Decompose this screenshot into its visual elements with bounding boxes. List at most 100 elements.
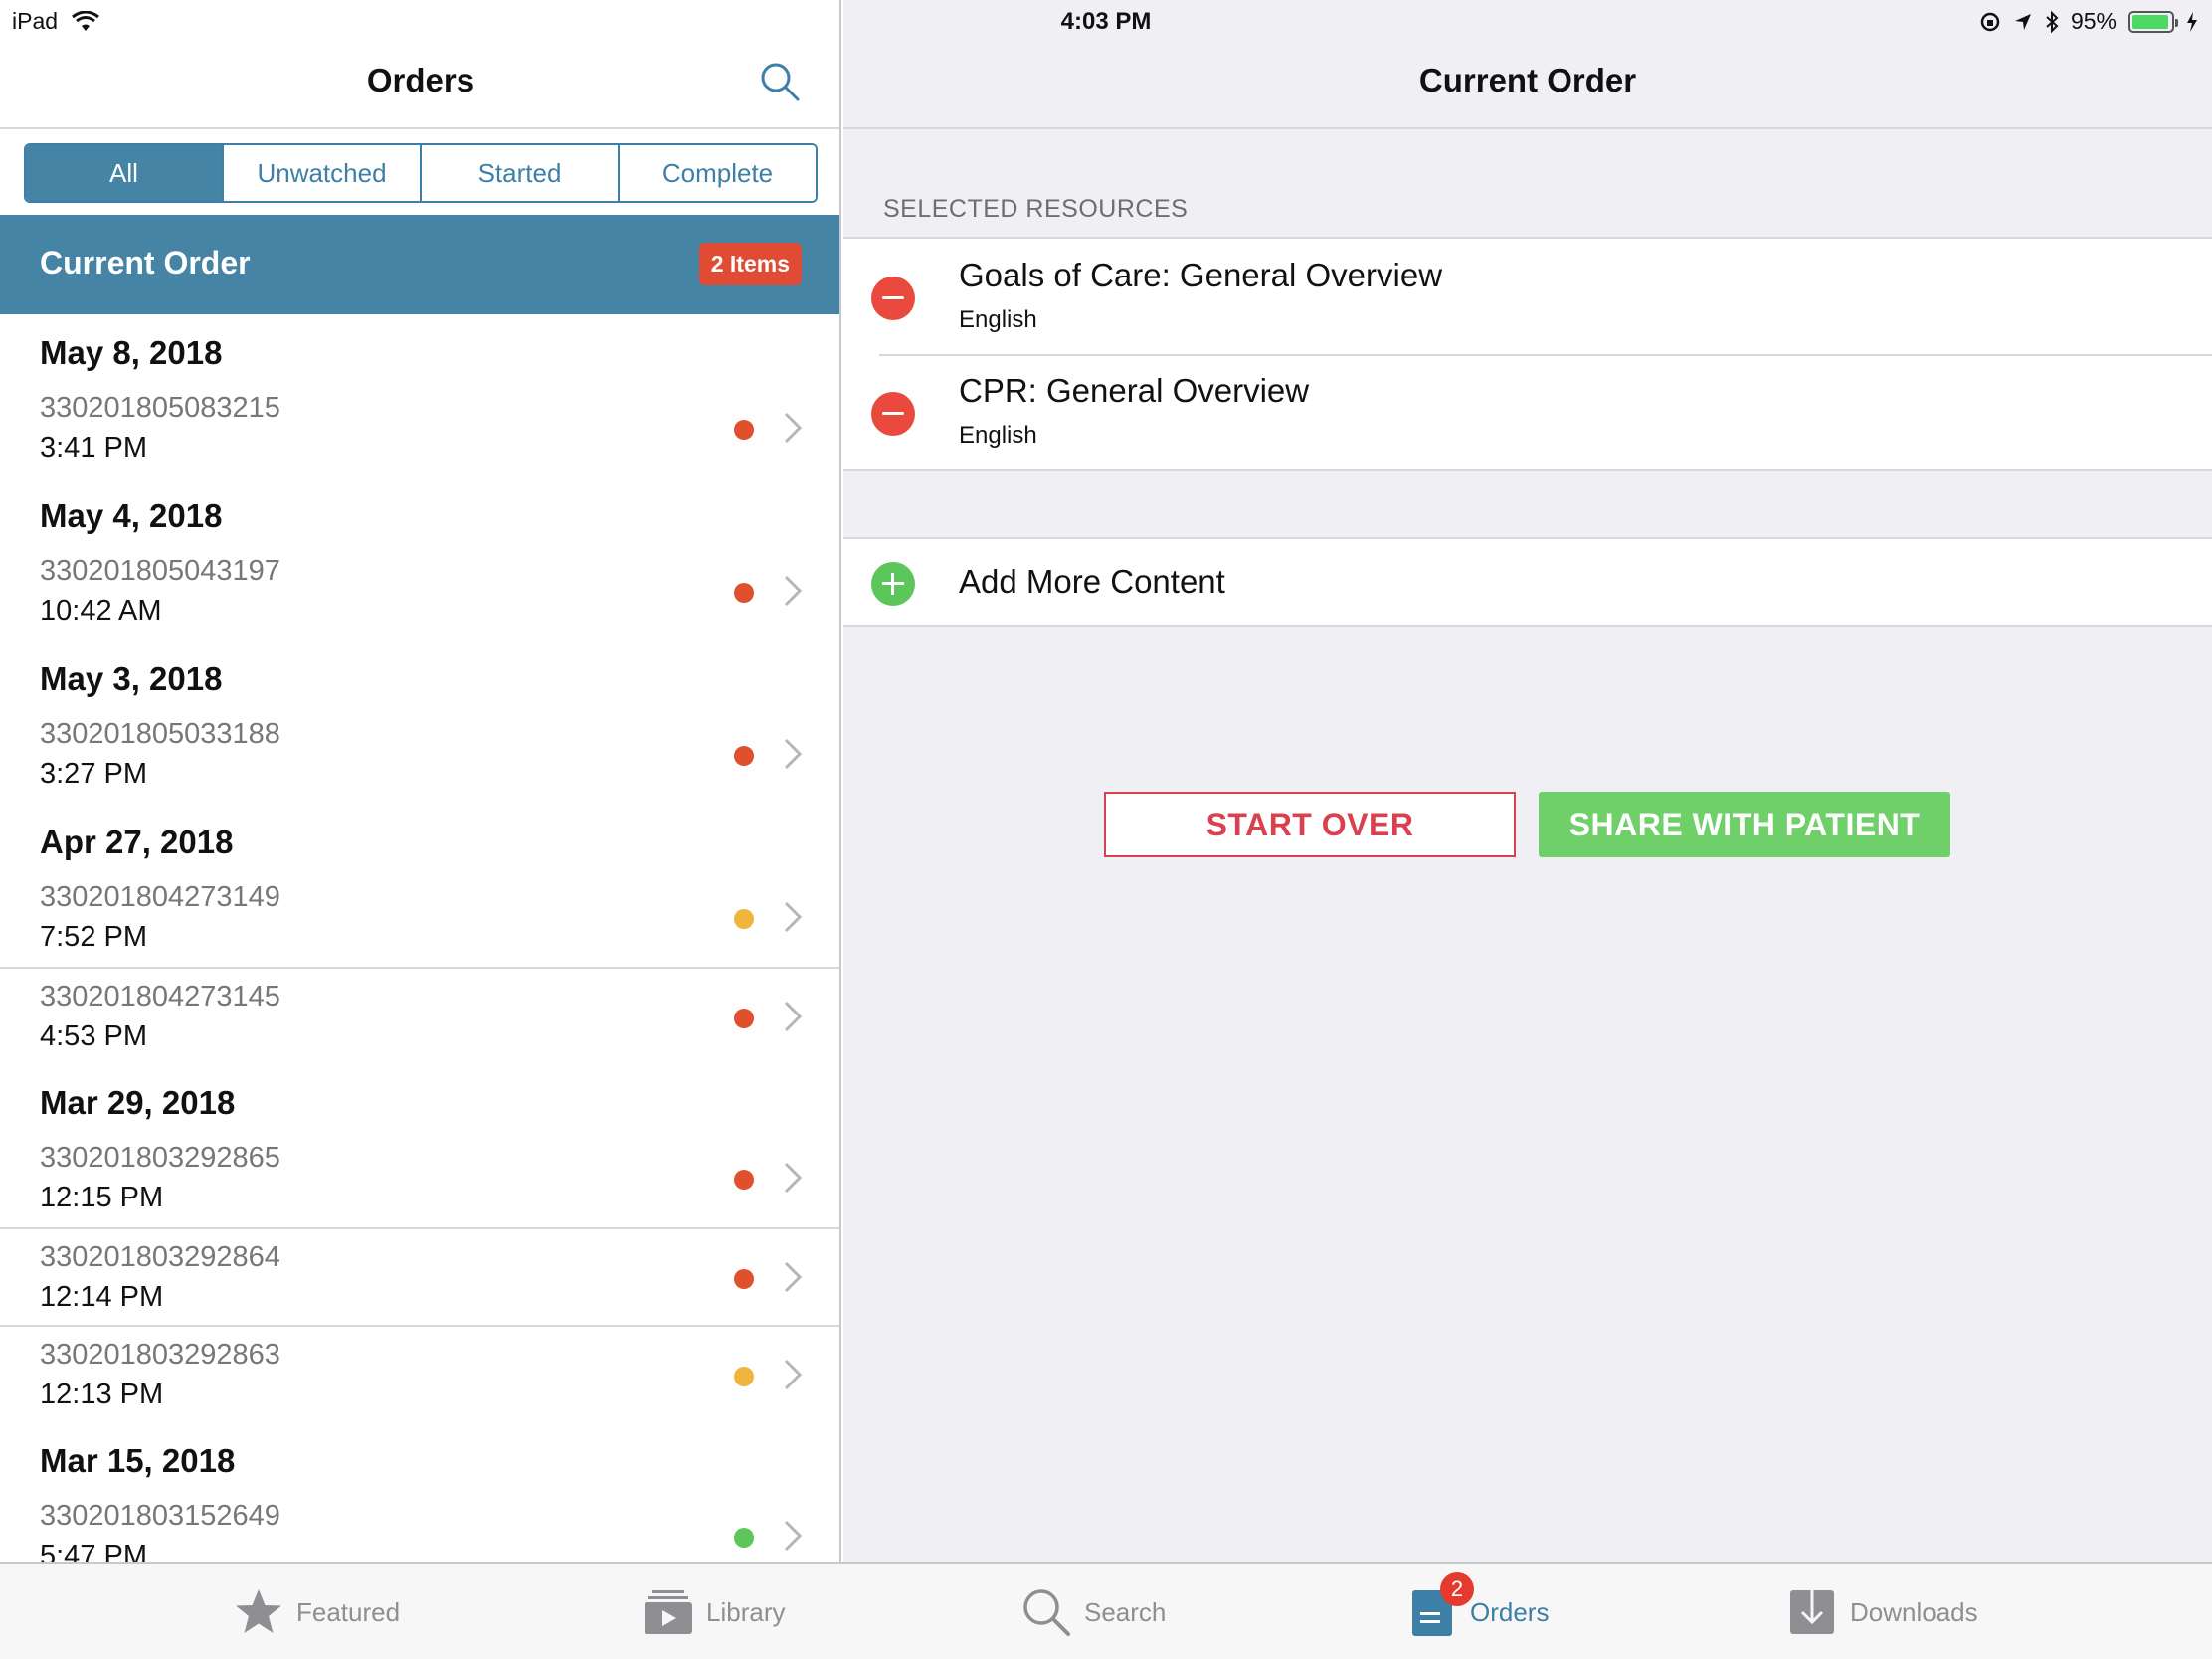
charging-icon	[2187, 11, 2197, 32]
chevron-right-icon	[784, 1261, 803, 1293]
order-row[interactable]: 330201804273149 7:52 PM	[0, 869, 839, 967]
library-icon	[645, 1590, 692, 1634]
date-header: May 8, 2018	[40, 334, 223, 371]
resource-title: CPR: General Overview	[959, 372, 1310, 409]
order-row[interactable]: 330201803152649 5:47 PM	[0, 1488, 839, 1562]
chevron-right-icon	[784, 412, 803, 444]
status-dot	[734, 1269, 754, 1289]
order-row[interactable]: 330201805033188 3:27 PM	[0, 706, 839, 804]
date-header: May 4, 2018	[40, 497, 223, 534]
tab-search[interactable]: Search	[1020, 1564, 1166, 1659]
resource-row: CPR: General Overview English	[843, 354, 2212, 469]
order-time: 12:13 PM	[40, 1379, 164, 1410]
status-dot	[734, 583, 754, 603]
tab-orders[interactable]: 2 Orders	[1406, 1564, 1549, 1659]
status-dot	[734, 746, 754, 766]
selected-resources-list: Goals of Care: General Overview English …	[843, 237, 2212, 471]
order-time: 3:41 PM	[40, 432, 147, 463]
orders-title: Orders	[366, 62, 475, 98]
remove-resource-button[interactable]	[871, 276, 915, 320]
battery-percent: 95%	[2070, 8, 2117, 34]
segment-started[interactable]: Started	[422, 145, 620, 201]
order-row[interactable]: 330201804273145 4:53 PM	[0, 967, 839, 1064]
segment-all[interactable]: All	[26, 145, 224, 201]
chevron-right-icon	[784, 901, 803, 933]
search-icon	[761, 63, 800, 101]
selected-resources-header: SELECTED RESOURCES	[883, 195, 1189, 223]
order-row[interactable]: 330201803292864 12:14 PM	[0, 1227, 839, 1325]
order-id: 330201804273149	[40, 881, 280, 913]
add-icon	[871, 562, 915, 606]
bluetooth-icon	[2046, 10, 2059, 33]
star-icon	[236, 1589, 281, 1633]
order-row[interactable]: 330201803292863 12:13 PM	[0, 1325, 839, 1422]
status-dot	[734, 909, 754, 929]
start-over-button[interactable]: START OVER	[1104, 792, 1516, 857]
current-order-nav-bar: Current Order	[843, 40, 2212, 129]
orders-icon: 2	[1406, 1572, 1474, 1638]
search-button[interactable]	[758, 60, 802, 103]
tab-library[interactable]: Library	[643, 1564, 785, 1659]
chevron-right-icon	[784, 1001, 803, 1032]
order-id: 330201803292864	[40, 1241, 280, 1273]
order-id: 330201803292863	[40, 1339, 280, 1371]
order-time: 12:15 PM	[40, 1182, 164, 1213]
date-header: Apr 27, 2018	[40, 824, 234, 860]
items-count-badge: 2 Items	[698, 243, 802, 285]
order-id: 330201803292865	[40, 1142, 280, 1174]
segment-unwatched[interactable]: Unwatched	[224, 145, 422, 201]
location-icon	[2014, 13, 2031, 30]
order-row[interactable]: 330201805083215 3:41 PM	[0, 380, 839, 477]
order-row[interactable]: 330201803292865 12:15 PM	[0, 1130, 839, 1227]
date-header: Mar 29, 2018	[40, 1084, 236, 1121]
filter-segmented-control: All Unwatched Started Complete	[24, 143, 818, 203]
tab-featured[interactable]: Featured	[233, 1564, 400, 1659]
orders-list: May 8, 2018 330201805083215 3:41 PM May 4, …	[0, 314, 839, 1562]
tab-label: Library	[706, 1596, 786, 1627]
order-row[interactable]: 330201805043197 10:42 AM	[0, 543, 839, 641]
resource-title: Goals of Care: General Overview	[959, 257, 1443, 293]
status-bar-right: 95%	[1979, 8, 2198, 35]
order-id: 330201804273145	[40, 981, 280, 1013]
order-time: 5:47 PM	[40, 1540, 147, 1562]
order-time: 3:27 PM	[40, 758, 147, 790]
resource-language: English	[959, 422, 1037, 449]
resource-language: English	[959, 306, 1037, 333]
order-id: 330201803152649	[40, 1500, 280, 1532]
battery-fill	[2132, 14, 2169, 29]
segment-complete[interactable]: Complete	[620, 145, 816, 201]
date-header: May 3, 2018	[40, 660, 223, 697]
order-id: 330201805083215	[40, 392, 280, 424]
status-bar: iPad 4:03 PM 95%	[0, 0, 2212, 40]
tab-label: Featured	[296, 1596, 401, 1627]
add-more-content-label: Add More Content	[959, 563, 1225, 600]
tab-bar: Featured Library Search 2 Orders Downloa…	[0, 1562, 2212, 1659]
remove-resource-button[interactable]	[871, 392, 915, 436]
tab-label: Search	[1084, 1596, 1167, 1627]
orders-nav-bar: Orders	[0, 40, 839, 129]
rotation-lock-icon	[1980, 12, 2000, 31]
orders-pane: Orders All Unwatched Started Complete Cu…	[0, 0, 841, 1562]
tab-label: Downloads	[1850, 1596, 1978, 1627]
order-time: 12:14 PM	[40, 1281, 164, 1313]
share-with-patient-button[interactable]: SHARE WITH PATIENT	[1539, 792, 1950, 857]
order-time: 7:52 PM	[40, 921, 147, 953]
status-dot	[734, 1170, 754, 1190]
resource-row: Goals of Care: General Overview English	[843, 239, 2212, 354]
download-icon	[1790, 1590, 1834, 1634]
date-header: Mar 15, 2018	[40, 1442, 236, 1479]
battery-icon	[2128, 10, 2178, 33]
order-id: 330201805043197	[40, 555, 280, 587]
status-dot	[734, 1528, 754, 1548]
status-dot	[734, 420, 754, 440]
tab-downloads[interactable]: Downloads	[1786, 1564, 1978, 1659]
chevron-right-icon	[784, 738, 803, 770]
current-order-row[interactable]: Current Order 2 Items	[0, 215, 839, 314]
order-time: 10:42 AM	[40, 595, 162, 627]
chevron-right-icon	[784, 1162, 803, 1194]
chevron-right-icon	[784, 1520, 803, 1552]
current-order-label: Current Order	[40, 245, 251, 280]
add-more-content-row[interactable]: Add More Content	[843, 537, 2212, 627]
current-order-pane: Current Order SELECTED RESOURCES Goals o…	[843, 0, 2212, 1562]
chevron-right-icon	[784, 1359, 803, 1390]
